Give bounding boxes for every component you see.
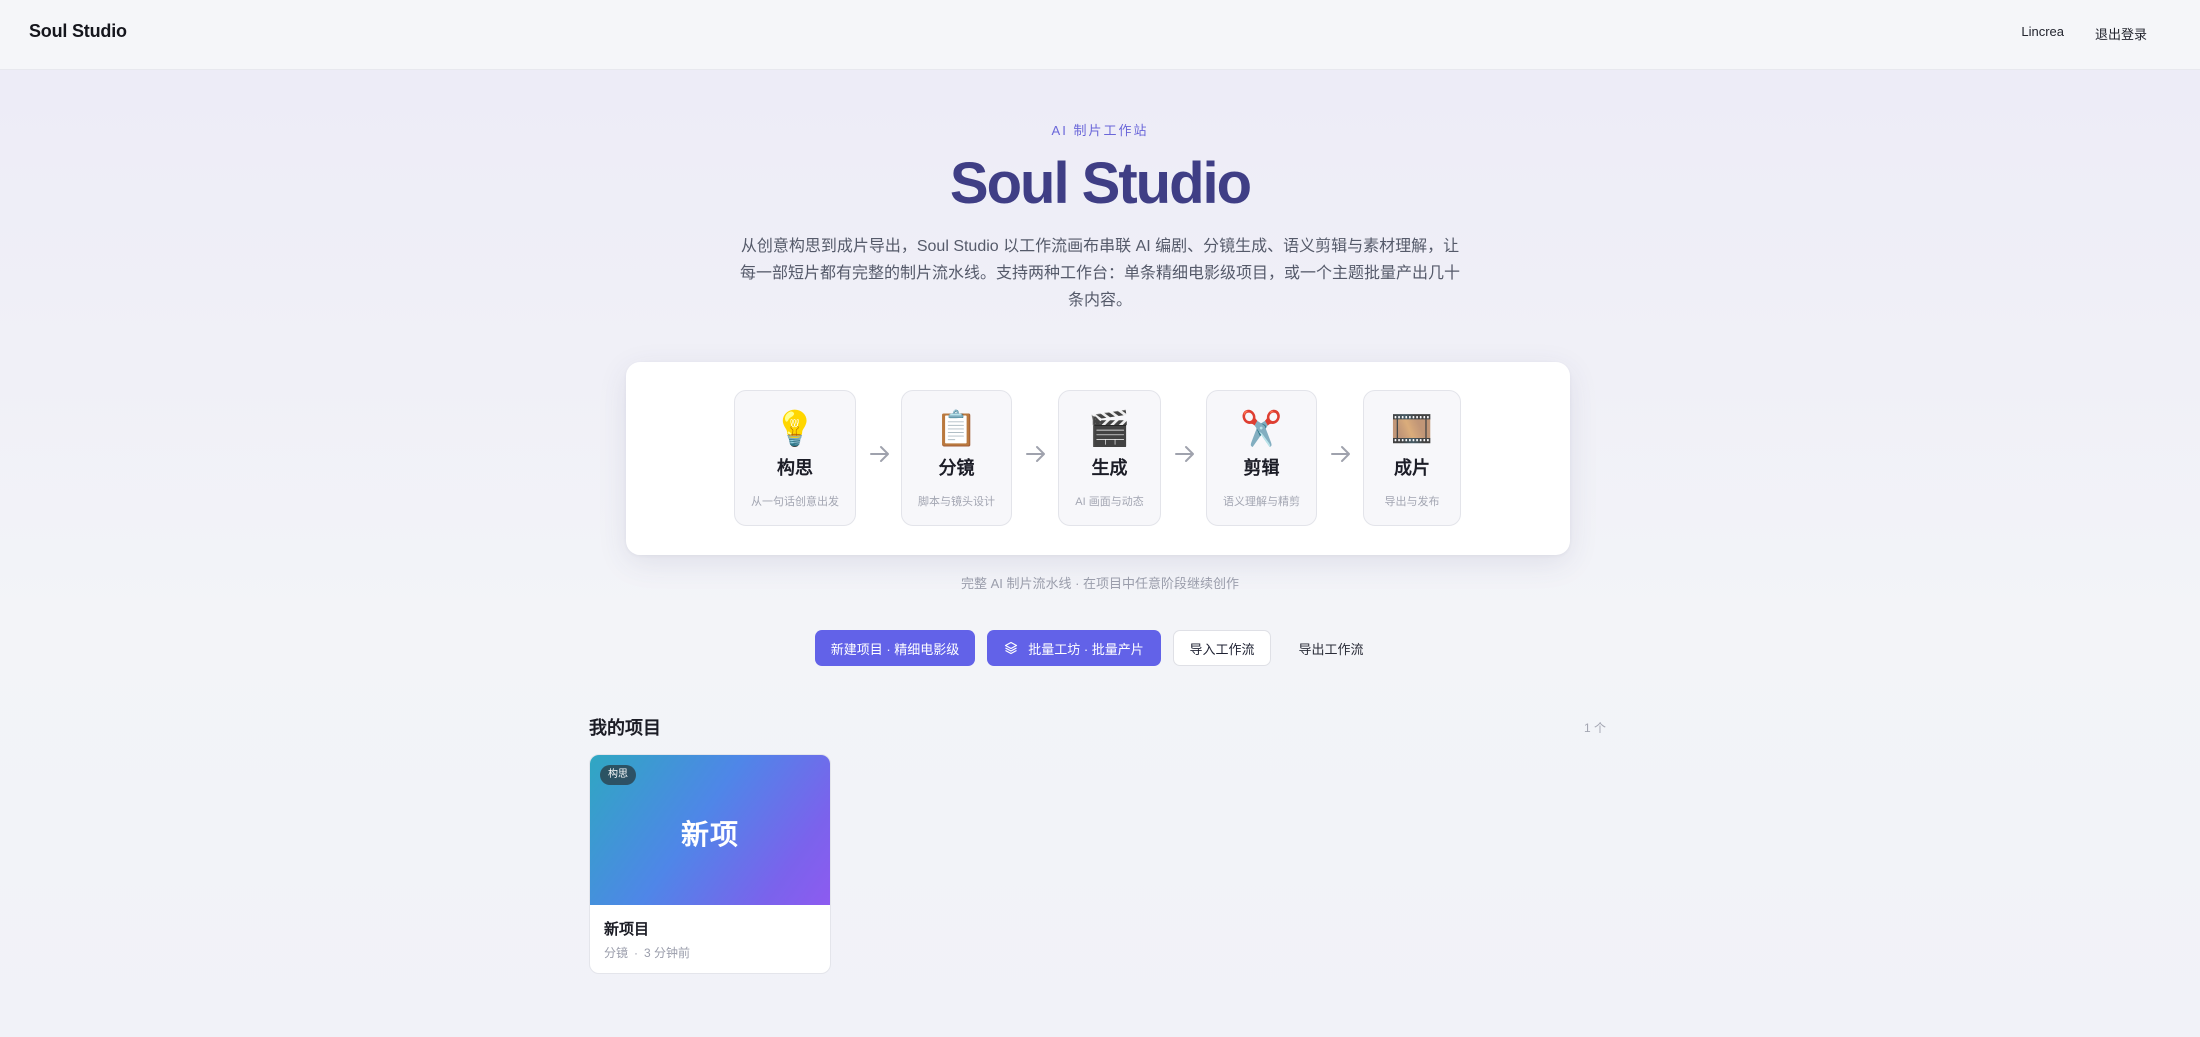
hero-eyebrow: AI 制片工作站 xyxy=(1051,123,1149,138)
stage-subtitle: 语义理解与精剪 xyxy=(1223,496,1300,508)
project-stage: 分镜 xyxy=(604,946,629,960)
stage-subtitle: AI 画面与动态 xyxy=(1075,496,1144,508)
thumbnail-text: 新项 xyxy=(680,819,739,850)
arrow-right-icon xyxy=(870,446,889,462)
meta-separator: · xyxy=(634,946,639,960)
export-workflow-button[interactable]: 导出工作流 xyxy=(1283,630,1379,666)
stage-subtitle: 导出与发布 xyxy=(1384,496,1440,508)
arrow-right-icon xyxy=(1175,446,1194,462)
import-workflow-label: 导入工作流 xyxy=(1189,641,1255,657)
arrow-right-icon xyxy=(1331,446,1350,462)
stage-subtitle: 脚本与镜头设计 xyxy=(918,496,995,508)
top-bar: Soul Studio Lincrea 退出登录 xyxy=(0,0,2200,70)
scissors-icon: ✂️ xyxy=(1240,410,1283,448)
projects-title: 我的项目 xyxy=(589,718,661,738)
user-name[interactable]: Lincrea xyxy=(2021,24,2064,43)
stage-name: 剪辑 xyxy=(1243,458,1280,478)
stage-storyboard: 📋 分镜 脚本与镜头设计 xyxy=(901,390,1012,526)
stage-ideation: 💡 构思 从一句话创意出发 xyxy=(734,390,856,526)
new-project-label: 新建项目 · 精细电影级 xyxy=(830,641,960,657)
hero-description: 从创意构思到成片导出，Soul Studio 以工作流画布串联 AI 编剧、分镜… xyxy=(740,238,1461,309)
arrow-right-icon xyxy=(1026,446,1045,462)
pipeline-card: 💡 构思 从一句话创意出发 📋 分镜 脚本与镜头设计 🎬 生成 AI 画面与动态… xyxy=(626,362,1570,555)
project-meta: 分镜 · 3 分钟前 xyxy=(604,944,690,961)
brand-logo[interactable]: Soul Studio xyxy=(29,21,127,42)
batch-workshop-button[interactable]: 批量工坊 · 批量产片 xyxy=(987,630,1161,666)
film-icon: 🎞️ xyxy=(1390,410,1434,448)
project-name: 新项目 xyxy=(604,921,650,938)
project-thumbnail: 构思 新项 xyxy=(590,755,830,905)
hero-title: Soul Studio xyxy=(949,151,1252,216)
export-workflow-label: 导出工作流 xyxy=(1298,641,1364,657)
batch-workshop-label: 批量工坊 · 批量产片 xyxy=(1028,641,1144,657)
stage-generate: 🎬 生成 AI 画面与动态 xyxy=(1058,390,1161,526)
projects-count: 1 个 xyxy=(1584,721,1607,735)
project-updated-time: 3 分钟前 xyxy=(644,946,691,960)
lightbulb-icon: 💡 xyxy=(773,410,817,448)
project-card[interactable]: 构思 新项 新项目 分镜 · 3 分钟前 xyxy=(589,754,831,974)
status-badge: 构思 xyxy=(600,765,636,785)
import-workflow-button[interactable]: 导入工作流 xyxy=(1173,630,1271,666)
stage-name: 分镜 xyxy=(938,458,975,478)
stage-name: 构思 xyxy=(777,458,813,478)
stage-name: 生成 xyxy=(1091,458,1128,478)
header-actions: Lincrea 退出登录 xyxy=(2021,24,2147,43)
new-project-button[interactable]: 新建项目 · 精细电影级 xyxy=(815,630,975,666)
stage-subtitle: 从一句话创意出发 xyxy=(751,496,839,508)
logout-link[interactable]: 退出登录 xyxy=(2095,24,2147,43)
layers-icon xyxy=(1004,641,1018,655)
stage-edit: ✂️ 剪辑 语义理解与精剪 xyxy=(1206,390,1317,526)
clapperboard-icon: 🎬 xyxy=(1088,410,1131,448)
pipeline-caption: 完整 AI 制片流水线 · 在项目中任意阶段继续创作 xyxy=(960,576,1240,591)
clipboard-icon: 📋 xyxy=(935,410,978,448)
stage-final: 🎞️ 成片 导出与发布 xyxy=(1363,390,1461,526)
stage-name: 成片 xyxy=(1394,458,1430,478)
